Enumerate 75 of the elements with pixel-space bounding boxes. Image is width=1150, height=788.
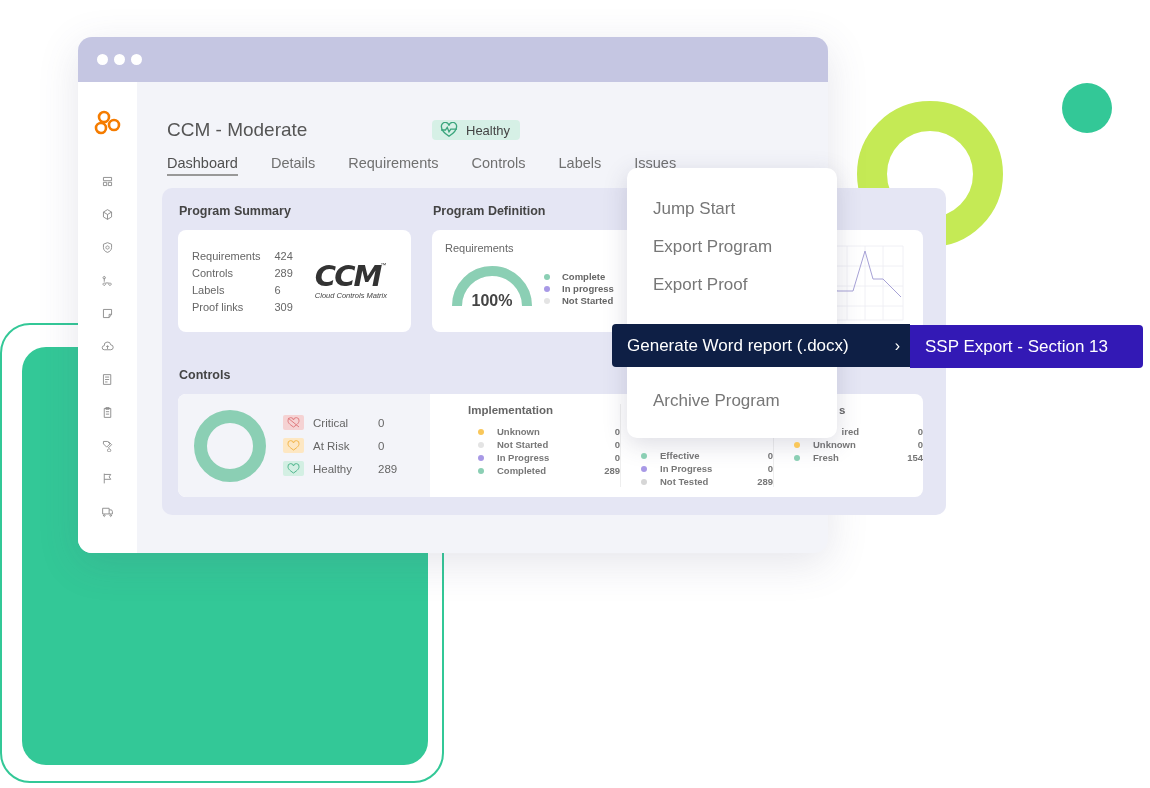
row-count: 289	[756, 476, 773, 487]
stat-value: 6	[274, 283, 282, 296]
column-heading: s	[839, 404, 847, 416]
menu-item[interactable]: Export Proof	[627, 266, 837, 304]
row-count: 0	[916, 439, 923, 450]
legend-label: Not Started	[562, 295, 614, 306]
row-label: Not Tested	[660, 476, 710, 487]
stat-label: Controls	[192, 266, 234, 279]
shield-icon[interactable]	[101, 241, 114, 254]
status-count: 0	[378, 439, 386, 452]
legend-label: In progress	[562, 283, 614, 294]
section-heading: Program Definition	[433, 204, 546, 218]
row-label: In Progress	[497, 452, 551, 463]
logo-icon	[93, 110, 122, 136]
row-label: Completed	[497, 465, 548, 476]
status-count: 289	[378, 462, 398, 475]
chevron-icon: ›	[894, 336, 900, 355]
stat-label: Requirements	[192, 249, 261, 262]
section-heading: Controls	[179, 368, 231, 382]
menu-item[interactable]: Export Program	[627, 228, 837, 266]
row-label: Not Started	[497, 439, 550, 450]
layout-icon[interactable]	[101, 175, 114, 188]
program-title: CCM - Moderate	[167, 119, 309, 141]
column-heading: Implementation	[468, 404, 554, 416]
status-count: 0	[378, 416, 386, 429]
decorative-dot	[1062, 83, 1112, 133]
status-label: Critical	[313, 416, 350, 429]
tab[interactable]: Details	[270, 155, 316, 176]
window-control-icon[interactable]	[97, 54, 108, 65]
window-control-icon[interactable]	[131, 54, 142, 65]
row-count: 0	[766, 463, 773, 474]
menu-item[interactable]: Generate Word report (.docx) ›	[612, 324, 910, 367]
row-label: ired	[840, 426, 860, 437]
tab[interactable]: Dashboard	[167, 155, 238, 176]
row-count: 0	[613, 426, 620, 437]
menu-item[interactable]: Archive Program	[627, 382, 837, 420]
stat-label: Labels	[192, 283, 226, 296]
section-heading: Program Summary	[179, 204, 291, 218]
truck-icon[interactable]	[101, 505, 114, 518]
cube-icon[interactable]	[101, 208, 114, 221]
row-label: Effective	[660, 450, 701, 461]
menu-item[interactable]: Jump Start	[627, 190, 837, 228]
stat-label: Proof links	[192, 300, 245, 313]
nodes-icon[interactable]	[101, 274, 114, 287]
row-count: 0	[613, 452, 620, 463]
tab[interactable]: Labels	[558, 155, 602, 176]
cloud-upload-icon[interactable]	[101, 340, 114, 353]
row-count: 0	[613, 439, 620, 450]
row-count: 154	[906, 452, 923, 463]
legend-label: Complete	[562, 271, 606, 282]
gauge-reading: 100%	[470, 292, 514, 310]
stat-value: 424	[274, 249, 293, 262]
row-label: Unknown	[497, 426, 541, 437]
tab[interactable]: Controls	[471, 155, 526, 176]
status-label: Healthy	[313, 462, 353, 475]
row-count: 0	[916, 426, 923, 437]
row-label: In Progress	[660, 463, 714, 474]
row-label: Fresh	[813, 452, 840, 463]
tab[interactable]: Requirements	[348, 155, 439, 176]
document-icon[interactable]	[101, 373, 114, 386]
logo-wordmark: CCM	[314, 262, 381, 291]
stat-value: 289	[274, 266, 293, 279]
badge-label: Healthy	[466, 122, 511, 138]
menu-item-label: Generate Word report (.docx)	[627, 335, 849, 356]
card-title: Requirements	[445, 242, 515, 254]
row-count: 0	[766, 450, 773, 461]
window-control-icon[interactable]	[114, 54, 125, 65]
row-count: 289	[603, 465, 620, 476]
heart-pulse-icon	[440, 122, 458, 138]
flag-icon[interactable]	[101, 472, 114, 485]
clipboard-icon[interactable]	[101, 406, 114, 419]
submenu-item[interactable]: SSP Export - Section 13	[910, 325, 1143, 368]
stat-value: 309	[274, 300, 293, 313]
status-label: At Risk	[313, 439, 351, 452]
row-label: Unknown	[813, 439, 857, 450]
